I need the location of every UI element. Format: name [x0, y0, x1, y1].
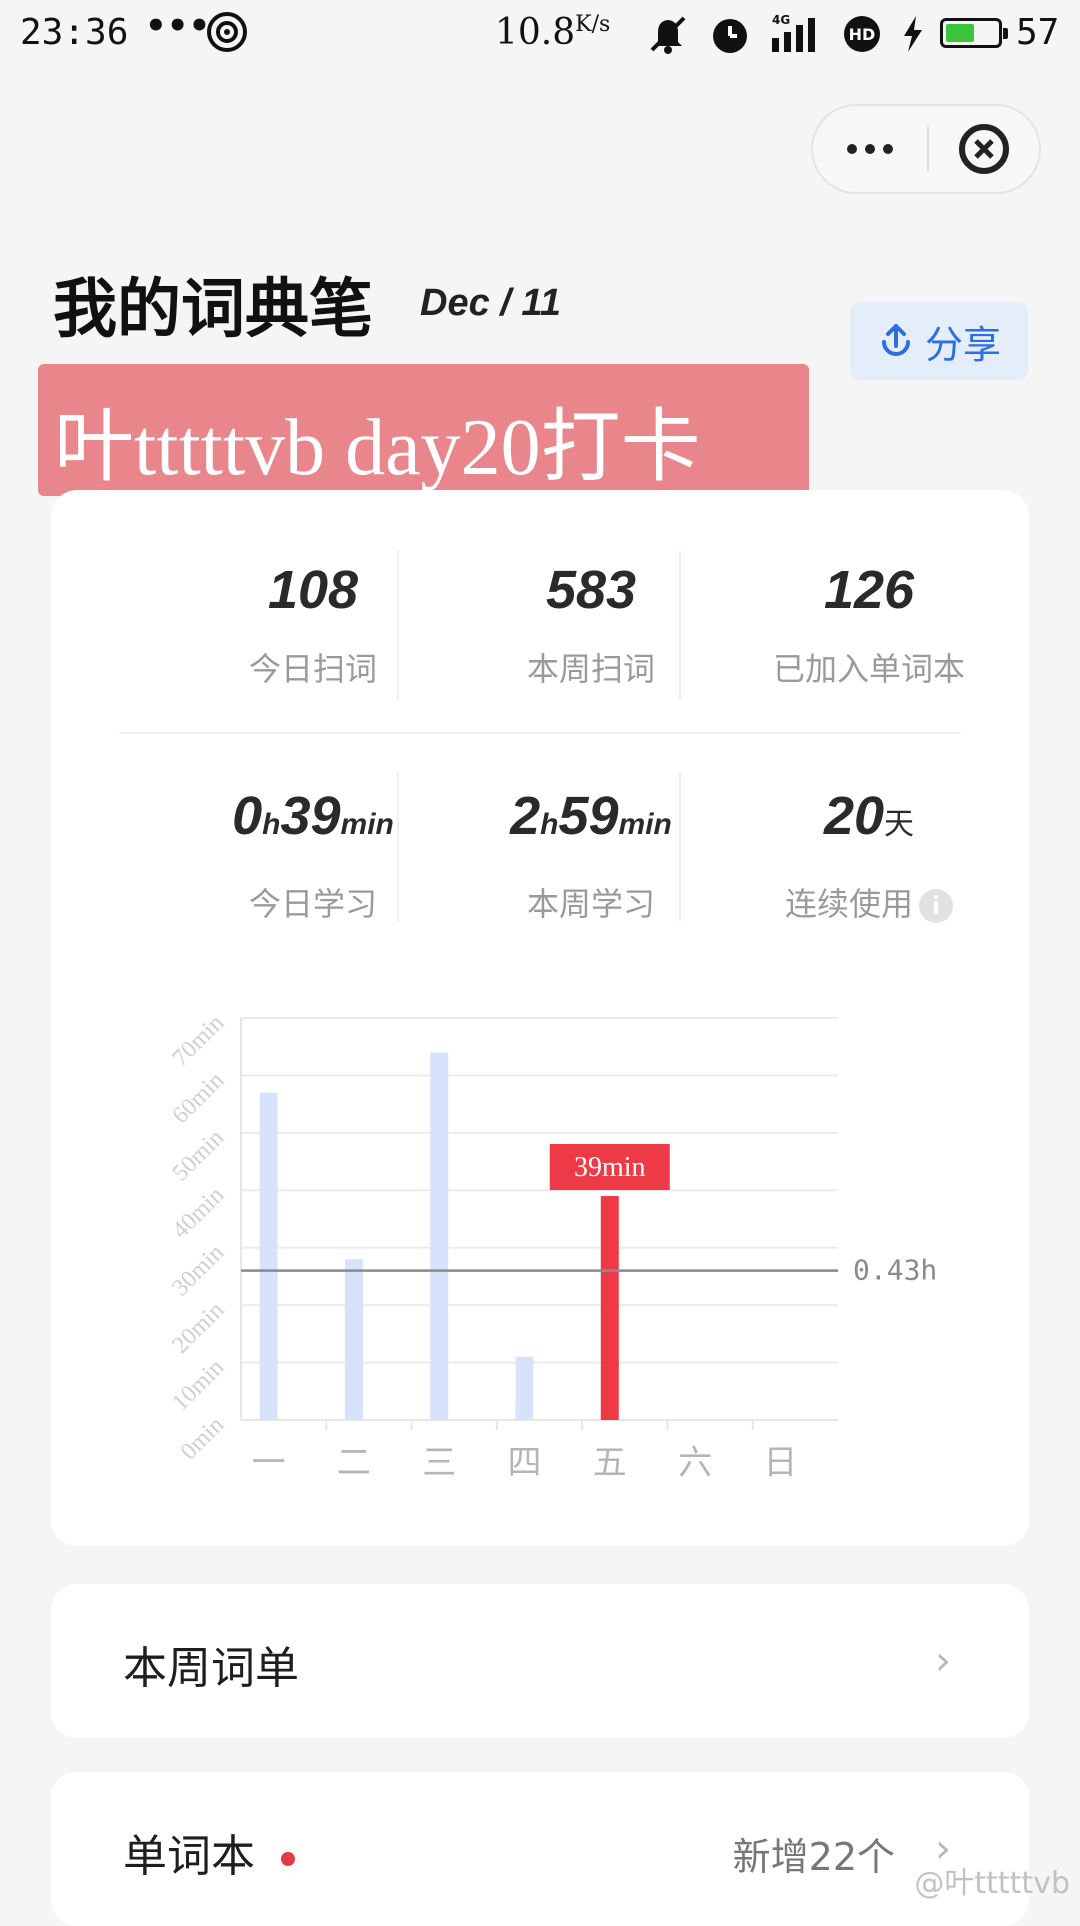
status-bar: 23:36 ••• 10.8K/s 4G HD 57: [0, 0, 1080, 70]
wordbook-row[interactable]: 单词本 新增22个 ›: [51, 1772, 1029, 1926]
y-tick-label: 40min: [167, 1182, 229, 1244]
chart-y-ticks: 0min10min20min30min40min50min60min70min: [167, 1010, 229, 1465]
checkin-banner: 叶tttttvb day20打卡: [38, 364, 809, 496]
status-more-dots: •••: [145, 6, 211, 46]
mute-icon: [650, 16, 686, 54]
x-tick-label: 日: [763, 1443, 797, 1483]
share-label: 分享: [924, 322, 1001, 367]
chart-bar: [344, 1259, 363, 1420]
more-dots-icon: [847, 144, 893, 154]
x-tick-label: 三: [422, 1443, 456, 1483]
battery-icon: [940, 18, 1008, 48]
chart-x-axis: 一二三四五六日: [252, 1420, 797, 1483]
average-line-label: 0.43h: [853, 1254, 937, 1287]
page-date: Dec / 11: [420, 282, 561, 324]
list-title: 本周词单: [123, 1643, 299, 1694]
chart-bar: [430, 1052, 449, 1420]
y-tick-label: 0min: [176, 1412, 229, 1465]
share-upload-icon: [881, 324, 910, 356]
hotspot-icon: [207, 12, 247, 52]
y-tick-label: 60min: [167, 1067, 229, 1129]
chart-gridlines: [240, 1017, 838, 1421]
chart-bar: [600, 1196, 619, 1420]
close-button[interactable]: [929, 106, 1039, 192]
chart-bars: 39min: [259, 1052, 670, 1420]
battery-fill: [946, 24, 974, 42]
charging-icon: [904, 16, 922, 52]
page-title: 我的词典笔: [53, 273, 373, 347]
hd-call-icon: HD: [844, 16, 880, 52]
y-tick-label: 30min: [167, 1240, 229, 1302]
share-button[interactable]: 分享: [850, 302, 1028, 380]
x-tick-label: 五: [593, 1443, 627, 1483]
network-speed: 10.8K/s: [495, 12, 610, 53]
network-type-label: 4G: [772, 13, 790, 27]
svg-text:HD: HD: [849, 25, 876, 44]
battery-cap: [1003, 28, 1008, 39]
highlight-tooltip-label: 39min: [574, 1152, 646, 1183]
y-tick-label: 50min: [167, 1125, 229, 1187]
battery-percent: 57: [1016, 12, 1060, 53]
list-title: 单词本: [123, 1831, 255, 1882]
new-words-count: 新增22个: [732, 1835, 895, 1879]
close-icon: [959, 124, 1009, 174]
weekly-study-chart: 0min10min20min30min40min50min60min70min …: [167, 1010, 937, 1483]
week-word-list-row[interactable]: 本周词单 ›: [51, 1584, 1029, 1738]
x-tick-label: 六: [678, 1443, 712, 1483]
x-tick-label: 四: [508, 1443, 542, 1483]
miniprogram-capsule: [811, 104, 1041, 194]
chart-bar: [515, 1356, 534, 1420]
stats-card: 108 今日扫词 583 本周扫词 126 已加入单词本 0h39min 今日学…: [51, 490, 1029, 1546]
chart-bar: [259, 1092, 278, 1420]
speed-value: 10.8: [495, 12, 576, 53]
x-tick-label: 一: [252, 1443, 286, 1483]
weibo-watermark: @叶tttttvb: [914, 1866, 1070, 1901]
new-badge-dot: [281, 1852, 295, 1866]
x-tick-label: 二: [337, 1443, 371, 1483]
speed-unit: K/s: [575, 12, 611, 37]
banner-text: 叶tttttvb day20打卡: [54, 404, 701, 492]
y-tick-label: 10min: [167, 1354, 229, 1416]
alarm-icon: [713, 19, 747, 53]
y-tick-label: 70min: [167, 1010, 229, 1072]
chevron-right-icon: ›: [935, 1638, 951, 1684]
signal-4g-icon: 4G: [772, 13, 815, 52]
y-tick-label: 20min: [167, 1297, 229, 1359]
status-time: 23:36: [20, 12, 129, 53]
more-button[interactable]: [813, 106, 927, 192]
